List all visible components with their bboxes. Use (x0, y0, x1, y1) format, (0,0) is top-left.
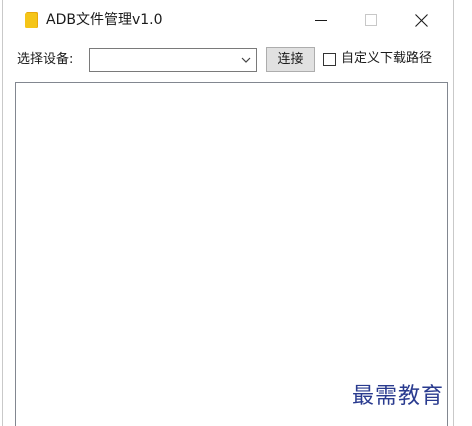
minimize-button[interactable] (298, 0, 344, 40)
folder-icon (25, 12, 38, 28)
connect-button[interactable]: 连接 (266, 47, 315, 72)
toolbar: 选择设备: 连接 自定义下载路径 (3, 40, 453, 78)
file-list[interactable] (15, 82, 448, 426)
window-title: ADB文件管理v1.0 (46, 12, 163, 28)
watermark-text: 最需教育 (352, 384, 445, 409)
app-window: ADB文件管理v1.0 选择设备: 连接 自定义下载路径 (2, 0, 454, 426)
maximize-button[interactable] (348, 0, 394, 40)
maximize-icon (365, 14, 377, 26)
device-label: 选择设备: (17, 52, 74, 67)
close-button[interactable] (398, 0, 444, 40)
custom-path-checkbox[interactable] (323, 52, 336, 66)
minimize-icon (315, 20, 327, 21)
title-bar[interactable]: ADB文件管理v1.0 (3, 0, 453, 40)
close-icon (414, 13, 428, 27)
chevron-down-icon (241, 57, 251, 63)
custom-path-option[interactable]: 自定义下载路径 (323, 50, 432, 68)
device-select[interactable] (89, 48, 257, 72)
custom-path-label: 自定义下载路径 (341, 51, 433, 66)
